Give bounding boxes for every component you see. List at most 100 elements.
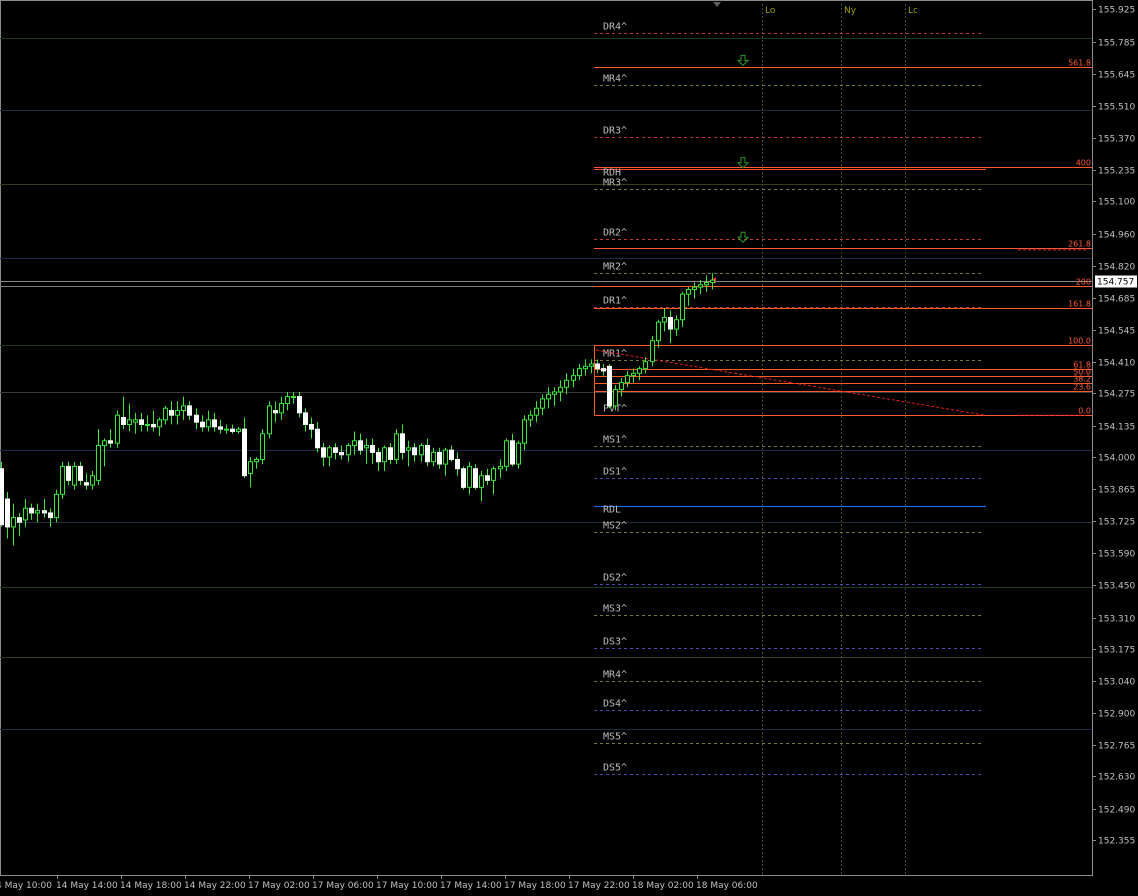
- candle-body: [589, 363, 594, 367]
- candle-body: [510, 440, 515, 465]
- candle-body: [619, 382, 624, 391]
- candle-body: [169, 410, 174, 416]
- candle-body: [607, 365, 612, 407]
- candle-body: [625, 375, 630, 384]
- price-tick-label: 154.000: [1098, 454, 1135, 464]
- price-tick-label: 153.040: [1098, 678, 1135, 688]
- pivot-label: MS2^: [603, 521, 627, 532]
- candle-body: [321, 447, 326, 458]
- candle-body: [315, 428, 320, 449]
- price-tick-label: 152.355: [1098, 837, 1135, 847]
- pivot-label: DS1^: [603, 467, 627, 478]
- candle-body: [17, 517, 22, 523]
- candle-body: [78, 465, 83, 481]
- pivot-label: MS1^: [603, 435, 627, 446]
- candle-body: [552, 391, 557, 395]
- candle-body: [297, 396, 302, 414]
- candle-body: [571, 375, 576, 381]
- session-label-lc: Lc: [908, 6, 918, 16]
- candle-body: [303, 412, 308, 426]
- candle-body: [710, 279, 715, 284]
- candle-body: [327, 447, 332, 458]
- candle-body: [339, 451, 344, 456]
- pivot-label: DR3^: [603, 126, 627, 137]
- candle-body: [273, 410, 278, 414]
- pivot-label: DR4^: [603, 22, 627, 33]
- time-axis: 4 May 10:00 14 May 14:00 14 May 18:00 14 Ma…: [0, 875, 758, 891]
- candle-body: [267, 405, 272, 435]
- current-price-label: 154.757: [1097, 278, 1134, 288]
- price-tick-label: 153.175: [1098, 646, 1135, 656]
- fib-label: 561.8: [1068, 59, 1091, 68]
- down-arrow-icon: [736, 54, 750, 67]
- candle-body: [370, 444, 375, 453]
- time-tick-label: 4 May 10:00: [0, 881, 52, 891]
- candle-body: [48, 512, 53, 519]
- candle-body: [504, 440, 509, 467]
- candle-body: [400, 433, 405, 453]
- pivot-label: DS3^: [603, 637, 627, 648]
- candle-body: [680, 293, 685, 321]
- session-markers: Lo Ny Lc: [713, 2, 918, 875]
- candle-body: [279, 403, 284, 414]
- pivot-label: DS5^: [603, 763, 627, 774]
- candle-body: [187, 405, 192, 416]
- candle-body: [248, 461, 253, 474]
- candle-body: [473, 468, 478, 488]
- price-tick-label: 154.960: [1098, 231, 1135, 241]
- candle-body: [5, 498, 10, 528]
- candle-body: [382, 447, 387, 463]
- candle-body: [419, 444, 424, 456]
- fib-levels: 561.8400261.8200161.8100.061.850.038.223…: [594, 54, 1092, 416]
- candle-body: [394, 433, 399, 460]
- candle-body: [42, 510, 47, 514]
- pivot-label: DS2^: [603, 573, 627, 584]
- candle-body: [528, 414, 533, 421]
- candle-body: [583, 365, 588, 370]
- candle-body: [540, 398, 545, 409]
- candle-body: [461, 468, 466, 488]
- candle-body: [11, 517, 16, 528]
- price-tick-label: 154.685: [1098, 295, 1135, 305]
- candle-body: [66, 465, 71, 481]
- time-tick-label: 17 May 02:00: [248, 881, 310, 891]
- time-tick-label: 18 May 06:00: [696, 881, 758, 891]
- pivot-label: MR3^: [603, 178, 627, 189]
- candle-body: [285, 396, 290, 405]
- candle-body: [260, 433, 265, 460]
- candle-body: [35, 510, 40, 514]
- candle-body: [230, 428, 235, 432]
- price-tick-label: 153.865: [1098, 486, 1135, 496]
- price-tick-label: 153.450: [1098, 582, 1135, 592]
- candle-body: [704, 282, 709, 286]
- price-tick-label: 154.545: [1098, 327, 1135, 337]
- candle-body: [522, 419, 527, 444]
- candle-body: [425, 444, 430, 463]
- candle-body: [577, 368, 582, 377]
- pivot-label: RDL: [603, 505, 621, 516]
- candle-body: [388, 447, 393, 460]
- candle-body: [516, 442, 521, 465]
- candle-body: [546, 393, 551, 400]
- price-axis: 155.925 155.785 155.645 155.510 155.370 155.2…: [1092, 6, 1137, 847]
- candle-body: [437, 451, 442, 465]
- price-tick-label: 154.275: [1098, 390, 1135, 400]
- fib-label: 200: [1076, 278, 1091, 287]
- candle-body: [218, 426, 223, 430]
- candle-body: [479, 475, 484, 488]
- candle-body: [133, 419, 138, 423]
- candle-body: [443, 449, 448, 465]
- candle-body: [613, 389, 618, 407]
- candle-body: [498, 465, 503, 470]
- price-tick-label: 155.645: [1098, 71, 1135, 81]
- candle-body: [631, 372, 636, 377]
- candle-body: [72, 465, 77, 486]
- time-tick-label: 14 May 14:00: [56, 881, 118, 891]
- candle-body: [121, 417, 126, 426]
- candle-body: [564, 379, 569, 388]
- candle-body: [558, 386, 563, 393]
- price-chart[interactable]: Lo Ny Lc DR4^MR4^DR3^RDHMR3^DR2^MR2^DR1^MR…: [0, 0, 1138, 896]
- candle-body: [467, 465, 472, 488]
- time-tick-label: 17 May 18:00: [504, 881, 566, 891]
- pivot-label: DR1^: [603, 296, 627, 307]
